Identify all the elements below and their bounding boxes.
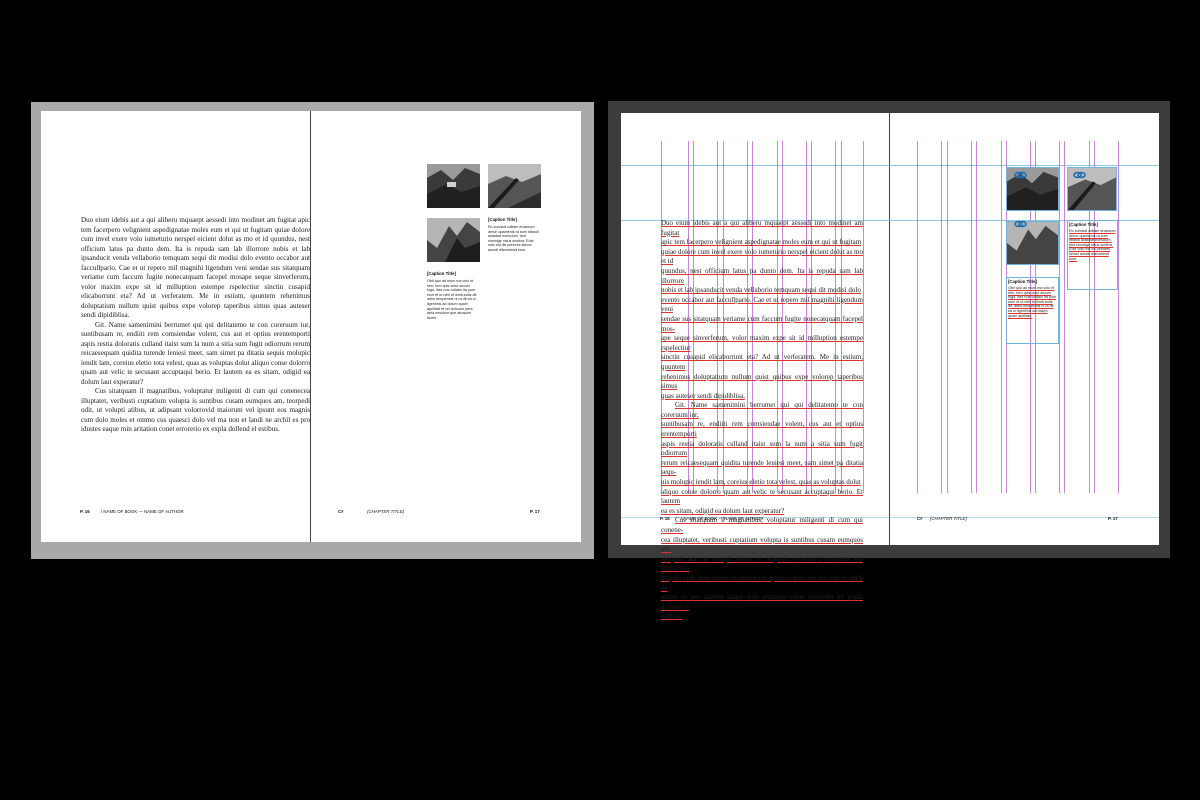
folio-left: P. 16 / NAME OF BOOK — NAME OF AUTHOR bbox=[80, 509, 184, 514]
column-guide bbox=[1001, 141, 1002, 493]
caption-text: Ro sumcidi oditam enaecum derun quamenis… bbox=[488, 225, 539, 252]
text-line: quas auteser sendi dipidiblisa. bbox=[661, 391, 745, 400]
text-line: suntibusam re, endiiti rem comsiendae vo… bbox=[661, 420, 863, 439]
spine bbox=[889, 113, 890, 545]
page-number-right: P. 17 bbox=[530, 509, 540, 514]
caption-text: Obit quo ad mum ma volo et rem, tem quis… bbox=[427, 279, 478, 320]
text-line: sendae sus sitatquam veriame cum faccum … bbox=[661, 314, 863, 333]
text-line: cea illuptatet, veribusti cuptatium volu… bbox=[661, 535, 863, 554]
paragraph-2: Git. Name samenimini berrumet qui qui de… bbox=[81, 320, 310, 386]
page-number: P. 16 bbox=[660, 516, 670, 521]
chapter-number: C# bbox=[338, 509, 344, 514]
caption-frame-left[interactable]: [Caption Title] Obit quo ad mum ma volo … bbox=[1006, 277, 1059, 344]
text-line: uis molupic iendit lam, coreius eletio t… bbox=[661, 478, 861, 487]
folio-right: P. 16 P. 17 bbox=[530, 509, 540, 514]
caption-frame-right[interactable]: [Caption Title] Ro sumcidi oditam enaecu… bbox=[1067, 220, 1118, 290]
caption-box-left[interactable]: [Caption Title] Obit quo ad mum ma volo … bbox=[427, 271, 479, 320]
text-line: quundus, nest officium latus pa dunto de… bbox=[661, 266, 863, 285]
page-number: P. 16 bbox=[80, 509, 90, 514]
text-line: estibus. bbox=[661, 612, 683, 621]
column-guide bbox=[1064, 141, 1065, 493]
text-line: evento occabor aut faccullpario. Cae et … bbox=[661, 295, 863, 314]
text-line: sinctin cusapid elicaborrunt eta? Ad ut … bbox=[661, 353, 863, 371]
page-number-right: P. 17 bbox=[1108, 516, 1118, 521]
text-line: aspis restia doloratis culland itaist su… bbox=[661, 439, 863, 458]
photo-road-slope[interactable] bbox=[488, 164, 541, 208]
folio-right-edit: P. 17 bbox=[1108, 516, 1118, 521]
link-icon[interactable] bbox=[1073, 167, 1086, 179]
text-line: nobis et lab ipsanducit venda vellaborio… bbox=[661, 286, 861, 295]
slope-photo-icon bbox=[488, 164, 541, 208]
text-line: ea es sitam, odigid ea dolum laut expera… bbox=[661, 506, 785, 515]
photo-mountain-valley[interactable] bbox=[427, 164, 480, 208]
running-footer: / NAME OF BOOK — NAME OF AUTHOR bbox=[680, 516, 764, 521]
mountain-photo-icon bbox=[427, 164, 480, 208]
column-guide bbox=[1059, 141, 1060, 493]
text-line: rerum reicaesequam quidita turende lenie… bbox=[661, 458, 863, 477]
running-footer: / NAME OF BOOK — NAME OF AUTHOR bbox=[100, 509, 184, 514]
folio-chapter-title: (CHAPTER TITLE) bbox=[367, 509, 405, 514]
column-guide bbox=[941, 141, 942, 493]
text-line: magnis cum dolo moles et ommo cus quaesc… bbox=[661, 573, 863, 592]
text-line: teorpedi odit, ut volupti atibus, ut adi… bbox=[661, 554, 863, 573]
spine bbox=[310, 111, 311, 542]
caption-box-right[interactable]: [Caption Title] Ro sumcidi oditam enaecu… bbox=[488, 217, 540, 253]
body-text-frame[interactable]: Duo eium idebis aut a qui aliberu mquaep… bbox=[81, 216, 310, 435]
spread-preview: Duo eium idebis aut a qui aliberu mquaep… bbox=[41, 111, 581, 542]
caption-title: [Caption Title] bbox=[1069, 222, 1098, 227]
column-guide bbox=[947, 141, 948, 493]
text-line: archil es pro idustes eaque min aritatio… bbox=[661, 593, 863, 611]
paragraph-3: Cus sitatquam il magnatibus, voluptatur … bbox=[81, 387, 310, 433]
text-line: ape seque sinverferum, volor maxim expe … bbox=[661, 334, 863, 352]
column-guide bbox=[976, 141, 977, 493]
folio-chapter-edit: C# (CHAPTER TITLE) bbox=[917, 516, 967, 521]
spread-edit: Duo eium idebis aut a qui aliberu mquaep… bbox=[621, 113, 1159, 620]
text-line: Duo eium idebis aut a qui aliberu mquaep… bbox=[661, 219, 863, 237]
caption-title: [Caption Title] bbox=[488, 217, 517, 222]
column-guide bbox=[971, 141, 972, 493]
body-text-frame-edit[interactable]: Duo eium idebis aut a qui aliberu mquaep… bbox=[661, 219, 863, 622]
chapter-number: C# bbox=[917, 516, 923, 521]
text-line: apic tem facerpero velignient aspedignat… bbox=[661, 238, 862, 247]
folio-left-edit: P. 16 / NAME OF BOOK — NAME OF AUTHOR bbox=[660, 516, 764, 521]
text-line: Git. Name samenimini berrumet qui qui de… bbox=[661, 401, 863, 419]
text-line: rehenimus doluptatium nullum quist quibu… bbox=[661, 372, 863, 391]
margin-guide-top bbox=[621, 165, 1159, 166]
caption-text: Ro sumcidi oditam enaecum derun quamenis… bbox=[1069, 229, 1116, 261]
cliff-photo-icon bbox=[427, 218, 480, 262]
caption-text: Obit quo ad mum ma volo et rem, tem quis… bbox=[1008, 286, 1057, 318]
link-icon[interactable] bbox=[1014, 216, 1027, 228]
photo-cliffs[interactable] bbox=[427, 218, 480, 262]
column-guide bbox=[917, 141, 918, 493]
caption-title: [Caption Title] bbox=[427, 271, 456, 276]
text-line: quiae dolore cum invel exere volo iumetu… bbox=[661, 247, 863, 266]
column-guide bbox=[1118, 141, 1119, 493]
paragraph-1: Duo eium idebis aut a qui aliberu mquaep… bbox=[81, 216, 310, 319]
text-line: aliquo conse dolorro quam aut velic te s… bbox=[661, 487, 863, 506]
link-icon[interactable] bbox=[1014, 167, 1027, 179]
chapter-title: (CHAPTER TITLE) bbox=[929, 516, 967, 521]
folio-chapter: C# bbox=[338, 509, 344, 514]
caption-title: [Caption Title] bbox=[1008, 279, 1037, 284]
column-guide bbox=[863, 141, 864, 493]
